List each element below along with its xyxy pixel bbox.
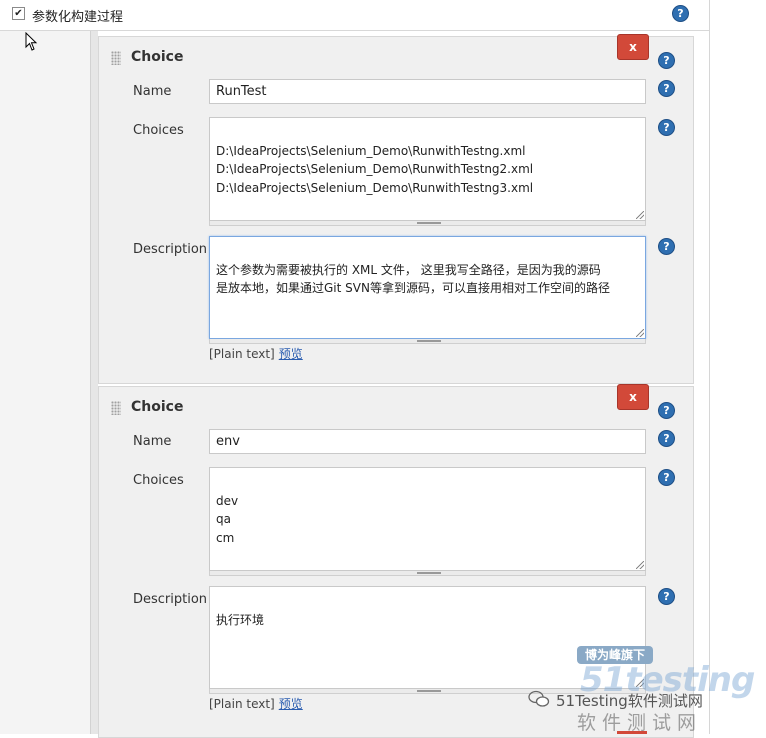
- textarea-resize-grabber[interactable]: [209, 571, 646, 576]
- preview-link[interactable]: 预览: [279, 697, 303, 711]
- description-text: 执行环境: [216, 612, 265, 627]
- resize-corner-icon[interactable]: [636, 329, 644, 337]
- parameter-type-title: Choice: [131, 49, 184, 65]
- mouse-cursor-icon: [25, 32, 38, 51]
- parameterized-build-label: 参数化构建过程: [32, 10, 124, 25]
- text-format-row: [Plain text] 预览: [209, 695, 303, 712]
- wechat-icon: [528, 690, 550, 707]
- name-label: Name: [133, 434, 172, 449]
- help-icon[interactable]: ?: [658, 119, 675, 136]
- help-icon[interactable]: ?: [658, 238, 675, 255]
- section-header: ✔ 参数化构建过程 ?: [0, 0, 710, 31]
- name-label: Name: [133, 84, 172, 99]
- choices-textarea[interactable]: dev qa cm: [209, 467, 646, 571]
- description-label: Description: [133, 242, 208, 257]
- description-textarea[interactable]: 这个参数为需要被执行的 XML 文件， 这里我写全路径，是因为我的源码 是放本地…: [209, 236, 646, 339]
- watermark-subtitle: 软件测试网: [577, 712, 703, 734]
- parameterized-build-checkbox[interactable]: ✔: [12, 7, 25, 20]
- textarea-resize-grabber[interactable]: [209, 339, 646, 344]
- help-icon[interactable]: ?: [658, 52, 675, 69]
- plain-text-label: [Plain text]: [209, 347, 275, 361]
- help-icon[interactable]: ?: [658, 430, 675, 447]
- choices-label: Choices: [133, 123, 184, 138]
- choices-text: dev qa cm: [216, 493, 239, 545]
- help-icon[interactable]: ?: [658, 469, 675, 486]
- delete-parameter-button[interactable]: x: [617, 34, 649, 60]
- help-icon[interactable]: ?: [658, 588, 675, 605]
- choices-label: Choices: [133, 473, 184, 488]
- help-icon[interactable]: ?: [672, 5, 689, 22]
- parameters-rail: [90, 31, 98, 734]
- choice-parameter-block: Choice x ? Name RunTest ? Choices D:\Ide…: [98, 34, 694, 384]
- choices-textarea[interactable]: D:\IdeaProjects\Selenium_Demo\RunwithTes…: [209, 117, 646, 221]
- help-icon[interactable]: ?: [658, 80, 675, 97]
- resize-corner-icon[interactable]: [636, 561, 644, 569]
- resize-corner-icon[interactable]: [636, 211, 644, 219]
- plain-text-label: [Plain text]: [209, 697, 275, 711]
- help-icon[interactable]: ?: [658, 402, 675, 419]
- left-gutter: [0, 31, 91, 734]
- text-format-row: [Plain text] 预览: [209, 345, 303, 362]
- textarea-resize-grabber[interactable]: [209, 221, 646, 226]
- description-label: Description: [133, 592, 208, 607]
- page-divider: [709, 0, 710, 734]
- name-input[interactable]: RunTest: [209, 79, 646, 104]
- drag-handle-icon[interactable]: [111, 51, 121, 65]
- choices-text: D:\IdeaProjects\Selenium_Demo\RunwithTes…: [216, 143, 534, 195]
- preview-link[interactable]: 预览: [279, 347, 303, 361]
- drag-handle-icon[interactable]: [111, 401, 121, 415]
- name-input[interactable]: env: [209, 429, 646, 454]
- description-text: 这个参数为需要被执行的 XML 文件， 这里我写全路径，是因为我的源码 是放本地…: [216, 262, 610, 296]
- delete-parameter-button[interactable]: x: [617, 384, 649, 410]
- parameter-type-title: Choice: [131, 399, 184, 415]
